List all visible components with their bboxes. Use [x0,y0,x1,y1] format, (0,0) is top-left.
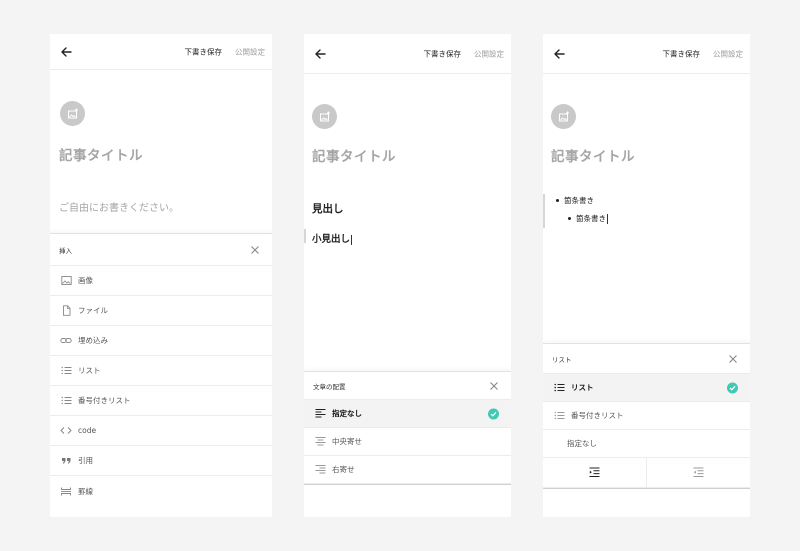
sheet-title: 文章の配置 [313,382,346,391]
insert-embed-option[interactable]: 埋め込み [50,326,272,356]
back-arrow-icon[interactable] [314,48,326,60]
align-left-icon [314,408,326,420]
align-right-option[interactable]: 右寄せ [304,456,511,484]
sheet-title: 挿入 [59,246,72,255]
body-placeholder[interactable]: ご自由にお書きください。 [59,199,179,214]
indent-increase-icon[interactable] [543,458,646,487]
title-placeholder[interactable]: 記事タイトル [551,145,635,165]
quote-icon [60,455,72,467]
sheet-header: 文章の配置 [304,372,511,400]
align-center-option[interactable]: 中央寄せ [304,428,511,456]
insert-sheet: 挿入 画像 ファイル 埋め込み リスト 番号付きリスト code 引用 罫線 [50,233,272,517]
list-none-option[interactable]: 指定なし [543,430,750,458]
add-image-icon[interactable] [551,104,576,129]
option-label: 埋め込み [78,336,108,345]
list-icon [553,410,565,422]
publish-settings-button[interactable]: 公開設定 [474,48,504,59]
insert-quote-option[interactable]: 引用 [50,446,272,476]
bullet-dot [556,199,559,202]
option-label: リスト [78,366,101,375]
option-label: 画像 [78,276,93,285]
subheading-text: 小見出し [312,234,351,245]
option-label: 中央寄せ [332,437,362,446]
close-icon[interactable] [489,381,499,391]
divider-icon [60,485,72,497]
option-label: ファイル [78,306,108,315]
close-icon[interactable] [728,354,738,364]
subheading-line[interactable]: 小見出し [312,231,353,245]
check-icon [727,382,738,393]
save-draft-button[interactable]: 下書き保存 [424,48,462,59]
sheet-title: リスト [552,355,572,364]
list-sheet: リスト リスト 番号付きリスト 指定なし [543,343,750,517]
screen-alignment: 下書き保存 公開設定 記事タイトル 見出し 小見出し 文章の配置 指定なし 中央… [304,34,511,517]
back-arrow-icon[interactable] [553,48,565,60]
option-label: 番号付きリスト [78,396,131,405]
text-cursor [607,213,608,224]
list-icon [60,395,72,407]
list-icon [60,365,72,377]
bullet-text: 箇条書き [564,196,594,205]
nested-bullet-item[interactable]: 箇条書き [568,213,608,224]
title-placeholder[interactable]: 記事タイトル [312,145,396,165]
option-label: 引用 [78,456,93,465]
link-icon [60,335,72,347]
top-bar: 下書き保存 公開設定 [304,34,511,74]
align-center-icon [314,436,326,448]
screen-list: 下書き保存 公開設定 記事タイトル 箇条書き 箇条書き リスト リスト 番号付き… [543,34,750,517]
option-label: 罫線 [78,486,93,496]
add-image-icon[interactable] [312,104,337,129]
option-label: code [78,426,97,435]
insert-image-option[interactable]: 画像 [50,266,272,296]
close-icon[interactable] [250,245,260,255]
option-label: 番号付きリスト [571,411,624,420]
insert-divider-option[interactable]: 罫線 [50,476,272,506]
top-bar: 下書き保存 公開設定 [543,34,750,74]
save-draft-button[interactable]: 下書き保存 [663,48,701,59]
bullet-item[interactable]: 箇条書き [556,195,594,206]
alignment-sheet: 文章の配置 指定なし 中央寄せ 右寄せ [304,371,511,517]
sheet-header: 挿入 [50,234,272,266]
heading-text[interactable]: 見出し [312,201,344,216]
image-icon [60,275,72,287]
check-icon [488,408,499,419]
list-numbered-option[interactable]: 番号付きリスト [543,402,750,430]
add-image-icon[interactable] [60,101,85,126]
list-bullet-option[interactable]: リスト [543,374,750,402]
insert-file-option[interactable]: ファイル [50,296,272,326]
insert-numbered-list-option[interactable]: 番号付きリスト [50,386,272,416]
insert-code-option[interactable]: code [50,416,272,446]
save-draft-button[interactable]: 下書き保存 [185,46,223,57]
sheet-footer [304,484,511,506]
option-label: 指定なし [567,439,597,448]
indent-controls [543,458,750,488]
active-block-indicator [543,194,545,228]
sheet-footer [543,488,750,510]
code-icon [60,425,72,437]
option-label: 指定なし [332,409,362,418]
bullet-text: 箇条書き [576,214,606,223]
option-label: リスト [571,383,594,392]
back-arrow-icon[interactable] [60,46,72,58]
indent-decrease-icon[interactable] [646,458,750,487]
file-icon [60,305,72,317]
publish-settings-button[interactable]: 公開設定 [235,46,265,57]
align-right-icon [314,464,326,476]
bullet-dot [568,217,571,220]
text-cursor [351,234,353,245]
publish-settings-button[interactable]: 公開設定 [713,48,743,59]
align-none-option[interactable]: 指定なし [304,400,511,428]
active-line-indicator [304,229,306,243]
insert-list-option[interactable]: リスト [50,356,272,386]
sheet-header: リスト [543,344,750,374]
option-label: 右寄せ [332,465,355,474]
list-icon [553,382,565,394]
screen-insert: 下書き保存 公開設定 記事タイトル ご自由にお書きください。 挿入 画像 ファイ… [50,34,272,517]
top-bar: 下書き保存 公開設定 [50,34,272,70]
title-placeholder[interactable]: 記事タイトル [59,144,143,164]
